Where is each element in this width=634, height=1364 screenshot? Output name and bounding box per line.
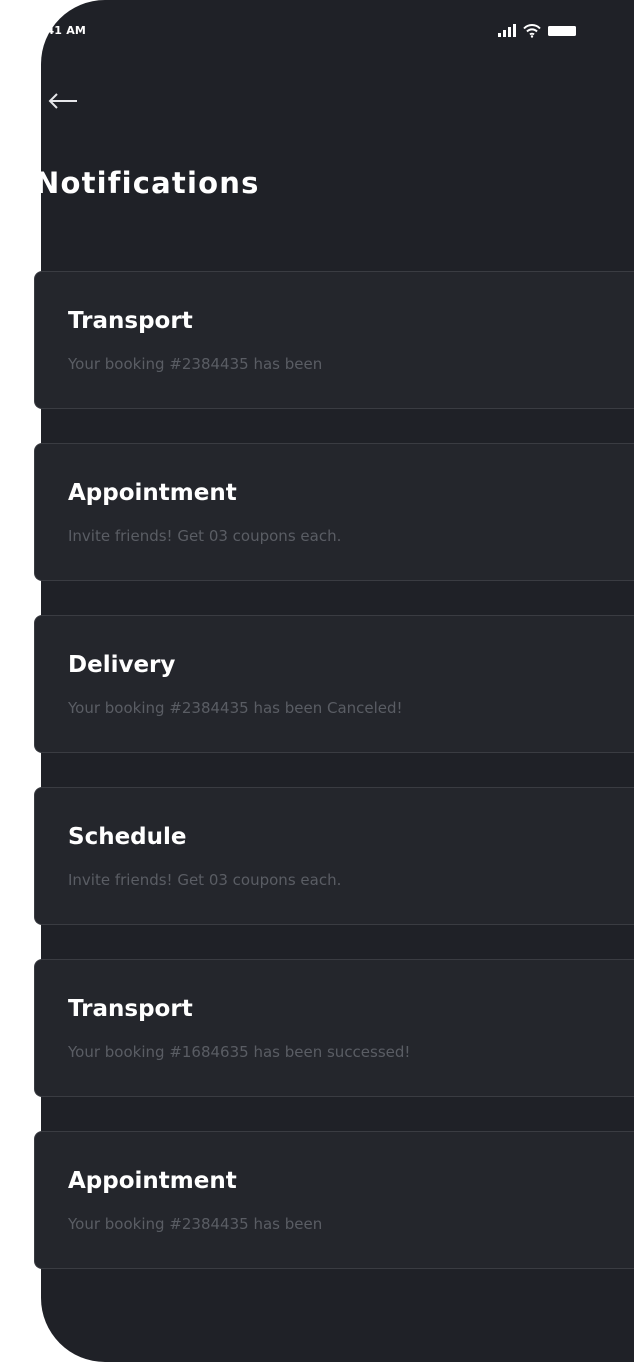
notification-card[interactable]: Delivery Your booking #2384435 has been … bbox=[34, 615, 634, 753]
wifi-icon bbox=[523, 24, 541, 38]
notification-message: Invite friends! Get 03 coupons each. bbox=[68, 871, 342, 889]
notification-card[interactable]: Appointment Your booking #2384435 has be… bbox=[34, 1131, 634, 1269]
notification-card[interactable]: Transport Your booking #2384435 has been bbox=[34, 271, 634, 409]
status-icons bbox=[497, 24, 577, 38]
notification-card[interactable]: Appointment Invite friends! Get 03 coupo… bbox=[34, 443, 634, 581]
notification-card[interactable]: Schedule Invite friends! Get 03 coupons … bbox=[34, 787, 634, 925]
page-title: Notifications bbox=[35, 166, 260, 200]
notification-title: Appointment bbox=[68, 1168, 237, 1194]
notification-list: Transport Your booking #2384435 has been… bbox=[34, 271, 634, 1303]
notification-title: Schedule bbox=[68, 824, 187, 850]
status-bar: 9:41 AM bbox=[0, 0, 634, 60]
notification-message: Invite friends! Get 03 coupons each. bbox=[68, 527, 342, 545]
arrow-left-icon bbox=[48, 93, 77, 109]
notification-title: Transport bbox=[68, 996, 193, 1022]
status-time: 9:41 AM bbox=[34, 24, 87, 37]
notification-message: Your booking #2384435 has been bbox=[68, 1215, 323, 1233]
notification-message: Your booking #1684635 has been successed… bbox=[68, 1043, 411, 1061]
battery-icon bbox=[548, 26, 576, 36]
notification-card[interactable]: Transport Your booking #1684635 has been… bbox=[34, 959, 634, 1097]
notification-title: Appointment bbox=[68, 480, 237, 506]
back-button[interactable] bbox=[44, 86, 80, 116]
notification-message: Your booking #2384435 has been bbox=[68, 355, 323, 373]
notification-title: Delivery bbox=[68, 652, 176, 678]
signal-icon bbox=[498, 24, 516, 37]
notification-message: Your booking #2384435 has been Canceled! bbox=[68, 699, 403, 717]
notification-title: Transport bbox=[68, 308, 193, 334]
